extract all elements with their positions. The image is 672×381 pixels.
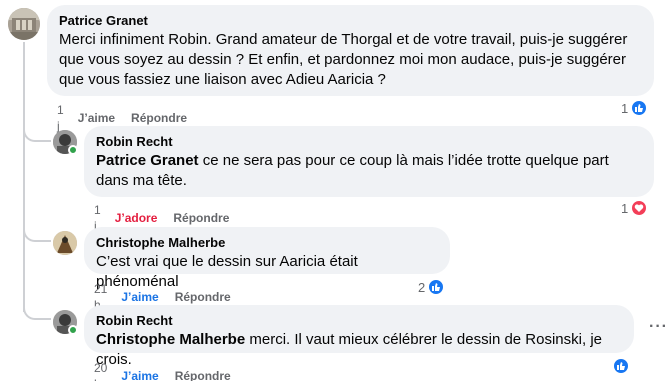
- like-button[interactable]: J’aime: [78, 110, 115, 126]
- like-icon: [427, 278, 446, 296]
- reply-button[interactable]: Répondre: [131, 110, 187, 126]
- like-icon: [612, 357, 630, 375]
- online-status-indicator: [68, 325, 78, 335]
- comment-author[interactable]: Christophe Malherbe: [96, 235, 438, 251]
- mention-link[interactable]: Christophe Malherbe: [96, 331, 245, 348]
- comment-time[interactable]: 20 h: [94, 360, 107, 381]
- more-options-icon[interactable]: ···: [649, 318, 668, 336]
- comment-actions: 20 h J’aime Répondre: [94, 360, 231, 381]
- like-button[interactable]: J’aime: [121, 289, 158, 305]
- reaction-summary[interactable]: 1: [621, 99, 649, 117]
- reaction-summary[interactable]: 1: [621, 199, 649, 217]
- reply-button[interactable]: Répondre: [175, 368, 231, 381]
- avatar[interactable]: [53, 231, 77, 255]
- comment-bubble: Robin Recht Christophe Malherbe merci. I…: [84, 305, 634, 368]
- comment-text: Patrice Granet ce ne sera pas pour ce co…: [96, 151, 642, 191]
- reply-button[interactable]: Répondre: [175, 289, 231, 305]
- comment-bubble: Christophe Malherbe C’est vrai que le de…: [84, 227, 450, 290]
- comment-bubble: Patrice Granet Merci infiniment Robin. G…: [47, 5, 654, 96]
- thread-connector: [23, 220, 51, 242]
- comment-text: Merci infiniment Robin. Grand amateur de…: [59, 31, 628, 88]
- comment-bubble: Robin Recht Patrice Granet ce ne sera pa…: [84, 126, 654, 197]
- like-button[interactable]: J’aime: [121, 368, 158, 381]
- thread-connector: [23, 112, 51, 142]
- thread-line: [23, 42, 25, 312]
- love-icon: [630, 199, 649, 217]
- comment-author[interactable]: Patrice Granet: [59, 13, 642, 29]
- love-reaction-button[interactable]: J’adore: [115, 210, 158, 226]
- like-icon: [630, 99, 649, 117]
- reaction-summary[interactable]: 2: [418, 278, 446, 296]
- mention-link[interactable]: Patrice Granet: [96, 152, 199, 169]
- comment-author[interactable]: Robin Recht: [96, 313, 622, 329]
- online-status-indicator: [68, 145, 78, 155]
- reaction-summary[interactable]: [612, 357, 630, 375]
- avatar[interactable]: [8, 8, 40, 40]
- reaction-count: 2: [418, 279, 426, 295]
- comment-author[interactable]: Robin Recht: [96, 134, 642, 150]
- reaction-count: 1: [621, 100, 629, 116]
- thread-connector: [23, 294, 51, 320]
- reply-button[interactable]: Répondre: [173, 210, 229, 226]
- reaction-count: 1: [621, 200, 629, 216]
